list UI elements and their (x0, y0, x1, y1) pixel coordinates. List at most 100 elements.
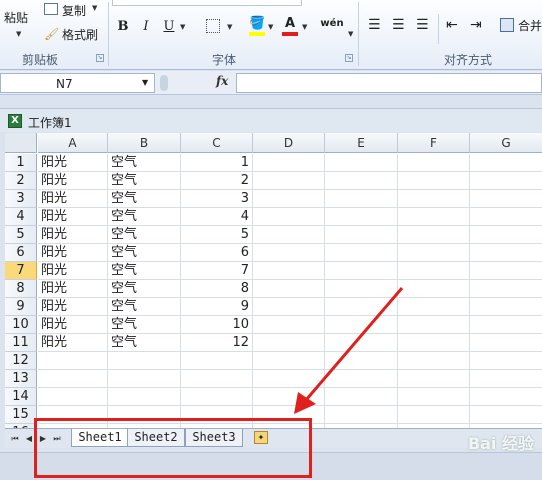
cell-e4[interactable] (325, 208, 398, 226)
copy-dropdown-arrow[interactable]: ▼ (92, 4, 97, 12)
cell-d6[interactable] (253, 244, 325, 262)
align-center-icon[interactable]: ☰ (392, 18, 405, 32)
cell-g9[interactable] (470, 298, 542, 316)
cell-e15[interactable] (325, 406, 398, 424)
row-header-10[interactable]: 10 (5, 316, 37, 334)
cell-c14[interactable] (181, 388, 253, 406)
cell-g8[interactable] (470, 280, 542, 298)
cell-d7[interactable] (253, 262, 325, 280)
cell-g10[interactable] (470, 316, 542, 334)
row-header-7[interactable]: 7 (5, 262, 37, 280)
cell-a11[interactable]: 阳光 (38, 334, 108, 352)
cell-a5[interactable]: 阳光 (38, 226, 108, 244)
cell-a3[interactable]: 阳光 (38, 190, 108, 208)
cell-d4[interactable] (253, 208, 325, 226)
cell-d13[interactable] (253, 370, 325, 388)
cell-f9[interactable] (398, 298, 470, 316)
cell-b10[interactable]: 空气 (108, 316, 181, 334)
cell-d3[interactable] (253, 190, 325, 208)
font-dialog-launcher-icon[interactable]: ↘ (345, 54, 353, 62)
cell-a2[interactable]: 阳光 (38, 172, 108, 190)
cell-a1[interactable]: 阳光 (38, 154, 108, 172)
borders-icon[interactable] (206, 19, 220, 33)
column-header-e[interactable]: E (325, 133, 398, 153)
cell-f7[interactable] (398, 262, 470, 280)
row-header-2[interactable]: 2 (5, 172, 37, 190)
worksheet-grid[interactable]: A B C D E F G 1 阳光 空气 1 2 阳光 空气 2 3 阳光 空气 3 4 阳光 空气 4 5 阳光 空气 5 6 阳光… (5, 133, 542, 428)
cell-g6[interactable] (470, 244, 542, 262)
cell-a12[interactable] (38, 352, 108, 370)
column-header-a[interactable]: A (38, 133, 108, 153)
cell-b5[interactable]: 空气 (108, 226, 181, 244)
cell-a10[interactable]: 阳光 (38, 316, 108, 334)
cell-f5[interactable] (398, 226, 470, 244)
first-sheet-nav-icon[interactable]: ⏮ (9, 432, 21, 445)
cell-g4[interactable] (470, 208, 542, 226)
cell-d1[interactable] (253, 154, 325, 172)
cell-g15[interactable] (470, 406, 542, 424)
cell-a13[interactable] (38, 370, 108, 388)
cell-b8[interactable]: 空气 (108, 280, 181, 298)
cell-c5[interactable]: 5 (181, 226, 253, 244)
cell-d14[interactable] (253, 388, 325, 406)
cell-e6[interactable] (325, 244, 398, 262)
fill-color-icon[interactable]: 🪣 (249, 16, 265, 31)
align-right-icon[interactable]: ☰ (416, 18, 429, 32)
cell-f3[interactable] (398, 190, 470, 208)
cell-c10[interactable]: 10 (181, 316, 253, 334)
cell-c13[interactable] (181, 370, 253, 388)
column-header-b[interactable]: B (108, 133, 181, 153)
cell-e8[interactable] (325, 280, 398, 298)
row-header-9[interactable]: 9 (5, 298, 37, 316)
cell-c2[interactable]: 2 (181, 172, 253, 190)
fill-color-dropdown-arrow[interactable]: ▼ (268, 23, 273, 31)
cell-g5[interactable] (470, 226, 542, 244)
cell-c7[interactable]: 7 (181, 262, 253, 280)
cell-b6[interactable]: 空气 (108, 244, 181, 262)
cell-f13[interactable] (398, 370, 470, 388)
cell-g11[interactable] (470, 334, 542, 352)
cell-b7[interactable]: 空气 (108, 262, 181, 280)
cell-a14[interactable] (38, 388, 108, 406)
cell-c9[interactable]: 9 (181, 298, 253, 316)
align-left-icon[interactable]: ☰ (368, 18, 381, 32)
insert-function-button[interactable]: fx (216, 74, 228, 88)
row-header-14[interactable]: 14 (5, 388, 37, 406)
cell-b14[interactable] (108, 388, 181, 406)
cell-e2[interactable] (325, 172, 398, 190)
cell-g13[interactable] (470, 370, 542, 388)
row-header-6[interactable]: 6 (5, 244, 37, 262)
merge-center-icon[interactable] (500, 18, 514, 32)
cell-g12[interactable] (470, 352, 542, 370)
cell-d10[interactable] (253, 316, 325, 334)
font-name-box[interactable] (112, 0, 302, 6)
name-box[interactable]: N7 ▼ (0, 73, 155, 93)
cell-c12[interactable] (181, 352, 253, 370)
cell-d11[interactable] (253, 334, 325, 352)
row-header-3[interactable]: 3 (5, 190, 37, 208)
formula-bar-resize-handle[interactable] (160, 75, 168, 91)
merge-center-button[interactable]: 合并 (518, 17, 542, 34)
cell-f2[interactable] (398, 172, 470, 190)
cell-e13[interactable] (325, 370, 398, 388)
cell-d9[interactable] (253, 298, 325, 316)
italic-button[interactable]: I (137, 17, 155, 35)
row-header-1[interactable]: 1 (5, 154, 37, 172)
cell-c4[interactable]: 4 (181, 208, 253, 226)
cell-c8[interactable]: 8 (181, 280, 253, 298)
cell-e1[interactable] (325, 154, 398, 172)
column-header-c[interactable]: C (181, 133, 253, 153)
cell-f1[interactable] (398, 154, 470, 172)
formula-input[interactable] (236, 73, 542, 93)
cell-a8[interactable]: 阳光 (38, 280, 108, 298)
cell-b4[interactable]: 空气 (108, 208, 181, 226)
cell-e3[interactable] (325, 190, 398, 208)
cell-e7[interactable] (325, 262, 398, 280)
cell-e5[interactable] (325, 226, 398, 244)
cell-g7[interactable] (470, 262, 542, 280)
cell-e14[interactable] (325, 388, 398, 406)
row-header-5[interactable]: 5 (5, 226, 37, 244)
cell-d2[interactable] (253, 172, 325, 190)
row-header-15[interactable]: 15 (5, 406, 37, 424)
cell-d12[interactable] (253, 352, 325, 370)
